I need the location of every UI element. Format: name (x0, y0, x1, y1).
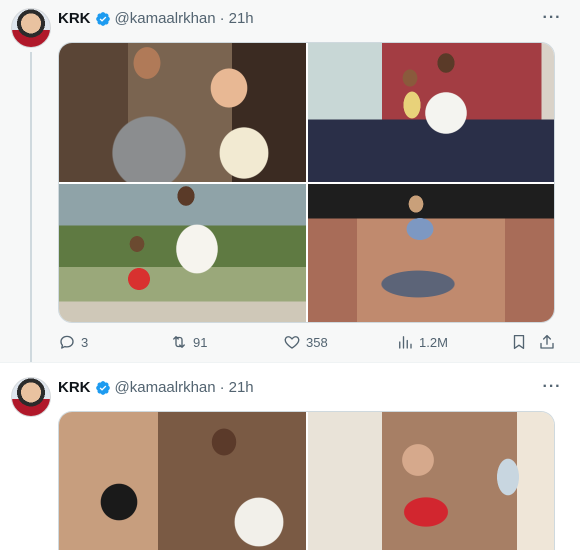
share-icon (540, 334, 554, 349)
verified-badge-icon (95, 380, 110, 395)
more-horizontal-icon[interactable]: ··· (542, 379, 562, 401)
view-count: 1.2M (419, 334, 448, 350)
bookmark-icon (513, 334, 525, 350)
reply-button[interactable]: 3 (58, 333, 88, 351)
tweet-photo-1[interactable] (59, 412, 306, 550)
author-name[interactable]: KRK (58, 10, 91, 27)
media-grid (58, 411, 555, 550)
tweet-header: KRK @kamaalrkhan · 21h (58, 379, 254, 396)
author-name[interactable]: KRK (58, 379, 91, 396)
tweet-timestamp[interactable]: 21h (229, 10, 254, 27)
like-count: 358 (306, 334, 328, 350)
views-button[interactable]: 1.2M (396, 333, 448, 351)
tweet-photo-2[interactable] (307, 412, 554, 550)
heart-icon (284, 336, 300, 349)
tweet-photo-4[interactable] (307, 183, 554, 322)
reply-icon (60, 335, 74, 349)
tweet-action-bar: 3 91 358 1.2M (58, 333, 555, 355)
author-handle[interactable]: @kamaalrkhan (115, 379, 216, 396)
author-avatar[interactable] (11, 377, 51, 417)
header-separator: · (219, 10, 225, 27)
share-button[interactable] (538, 333, 556, 351)
thread-connector-line (30, 52, 32, 362)
header-separator: · (219, 379, 225, 396)
tweet-card-2[interactable]: KRK @kamaalrkhan · 21h ··· (0, 362, 580, 550)
like-button[interactable]: 358 (283, 333, 328, 351)
tweet-header: KRK @kamaalrkhan · 21h (58, 10, 254, 27)
views-chart-icon (399, 336, 412, 349)
tweet-photo-2[interactable] (307, 43, 554, 182)
bookmark-button[interactable] (510, 333, 528, 351)
more-horizontal-icon[interactable]: ··· (542, 10, 562, 32)
tweet-photo-1[interactable] (59, 43, 306, 182)
author-handle[interactable]: @kamaalrkhan (115, 10, 216, 27)
retweet-icon (173, 336, 185, 348)
tweet-timestamp[interactable]: 21h (229, 379, 254, 396)
retweet-count: 91 (193, 334, 208, 350)
tweet-photo-3[interactable] (59, 183, 306, 322)
tweet-card-1[interactable]: KRK @kamaalrkhan · 21h ··· 3 91 358 1.2M (0, 0, 580, 362)
media-grid (58, 42, 555, 323)
retweet-button[interactable]: 91 (170, 333, 207, 351)
reply-count: 3 (81, 334, 89, 350)
verified-badge-icon (95, 11, 110, 26)
author-avatar[interactable] (11, 8, 51, 48)
